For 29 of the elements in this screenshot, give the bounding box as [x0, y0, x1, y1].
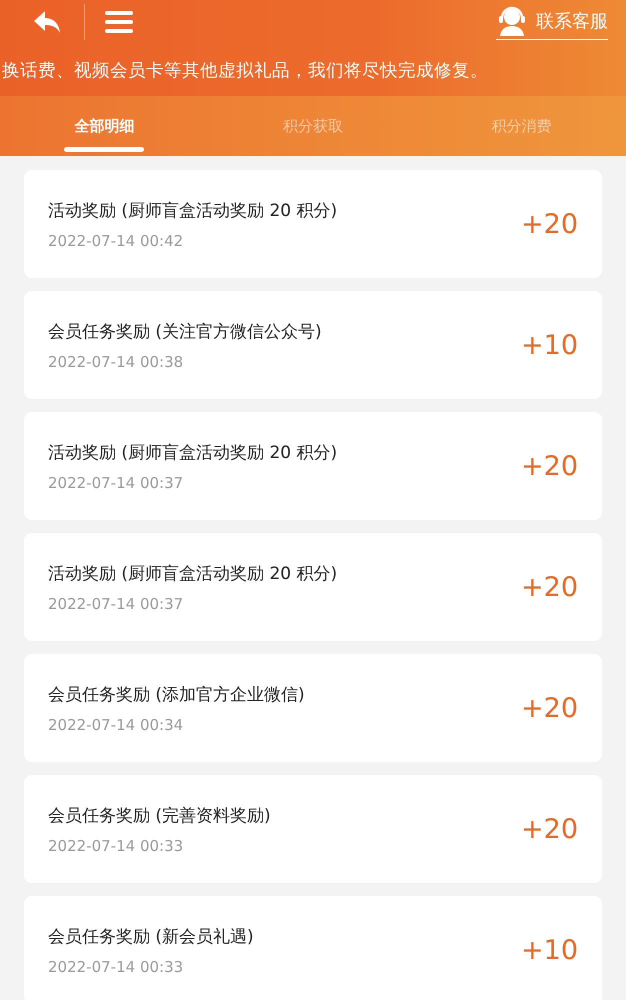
record-title: 会员任务奖励 (关注官方微信公众号) [48, 320, 323, 342]
back-icon[interactable] [32, 9, 62, 35]
tab[interactable]: 全部明细 [0, 96, 209, 156]
record-title: 会员任务奖励 (完善资料奖励) [48, 804, 272, 826]
menu-icon[interactable] [105, 10, 133, 34]
notice-text: 换话费、视频会员卡等其他虚拟礼品，我们将尽快完成修复。 [1, 60, 489, 83]
tab[interactable]: 积分获取 [208, 96, 418, 156]
record-time: 2022-07-14 00:33 [48, 958, 184, 976]
record-title: 会员任务奖励 (添加官方企业微信) [48, 684, 306, 706]
record-time: 2022-07-14 00:37 [48, 594, 184, 612]
record-time: 2022-07-14 00:38 [48, 352, 184, 370]
points-amount: +20 [521, 814, 578, 844]
headset-icon [496, 4, 528, 36]
points-amount: +20 [521, 692, 578, 724]
record-title: 活动奖励 (厨师盲盒活动奖励 20 积分) [48, 442, 338, 464]
tab[interactable]: 积分消费 [417, 96, 626, 156]
record-time: 2022-07-14 00:33 [48, 836, 184, 854]
record-time: 2022-07-14 00:42 [48, 232, 184, 250]
points-amount: +10 [521, 934, 578, 966]
record-title: 活动奖励 (厨师盲盒活动奖励 20 积分) [48, 200, 338, 222]
points-amount: +20 [521, 572, 578, 602]
points-amount: +10 [521, 330, 578, 360]
record-time: 2022-07-14 00:34 [48, 716, 184, 734]
record-title: 会员任务奖励 (新会员礼遇) [48, 926, 255, 948]
record-time: 2022-07-14 00:37 [48, 474, 184, 492]
points-amount: +20 [521, 208, 578, 240]
record-title: 活动奖励 (厨师盲盒活动奖励 20 积分) [48, 562, 338, 584]
points-amount: +20 [521, 450, 578, 482]
contact-service-link[interactable]: 联系客服 [496, 4, 608, 40]
